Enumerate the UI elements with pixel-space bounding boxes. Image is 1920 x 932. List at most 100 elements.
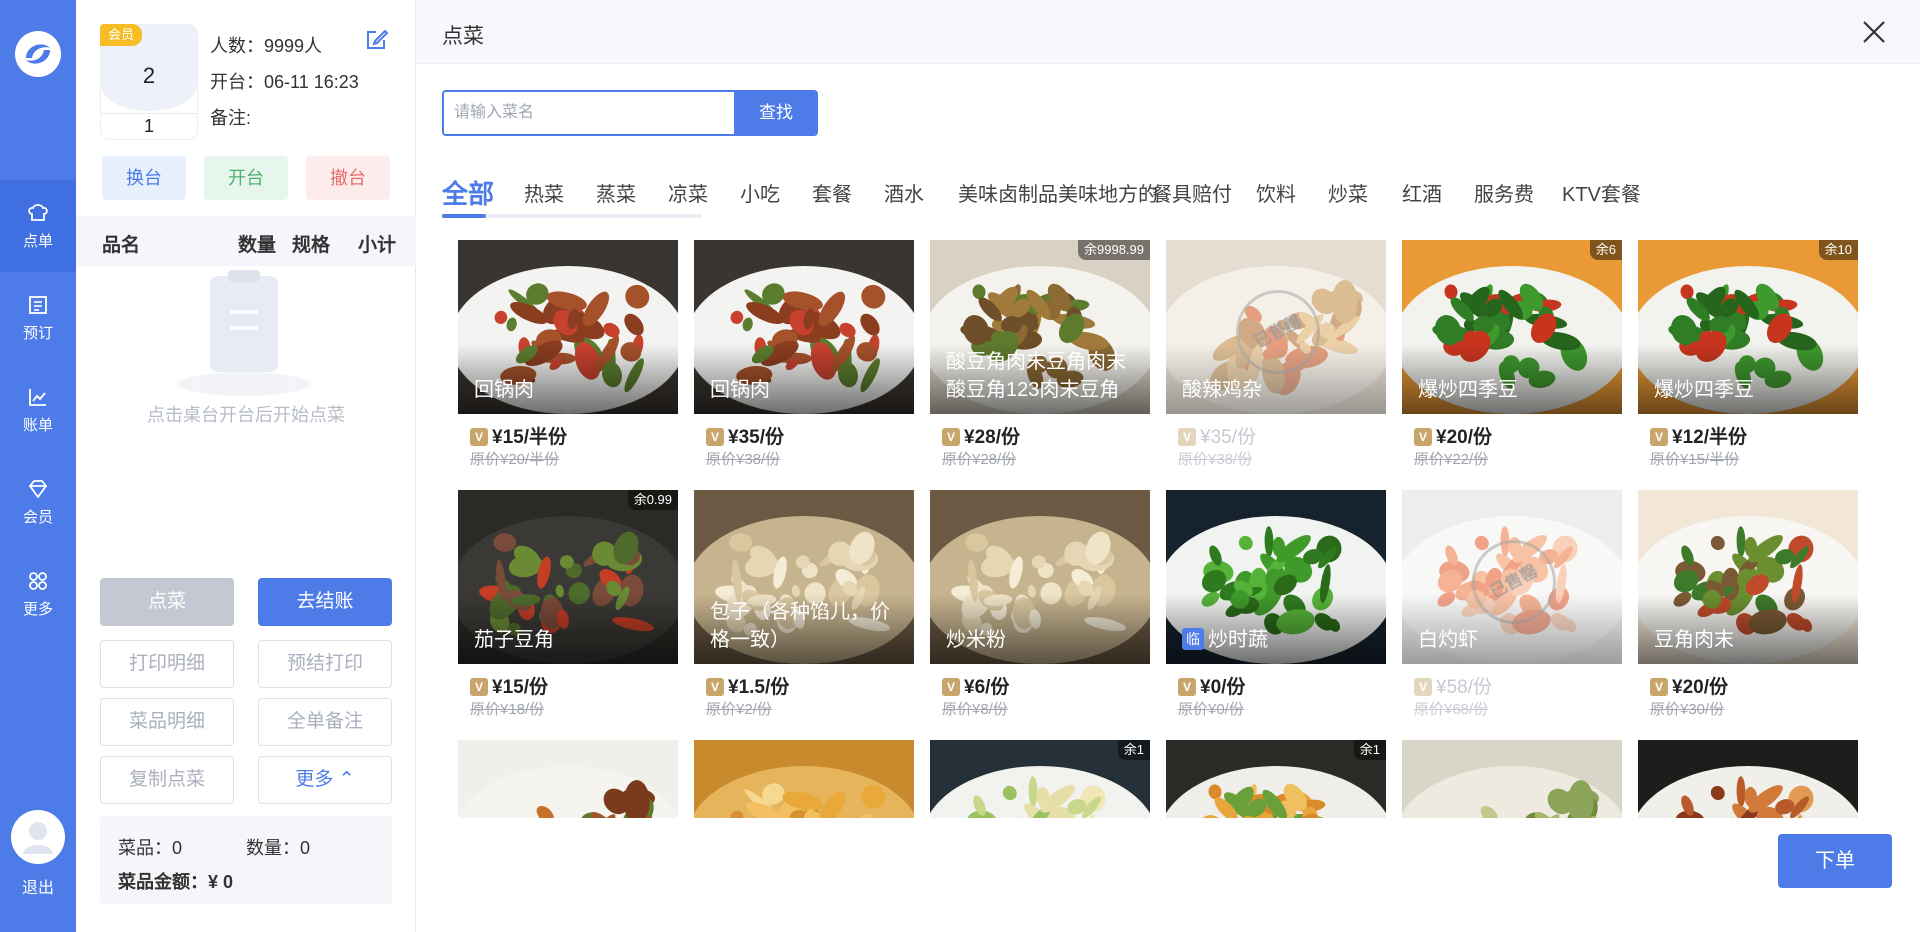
checkout-button[interactable]: 去结账 bbox=[258, 578, 392, 626]
nav-item-label: 账单 bbox=[22, 417, 53, 434]
tab-category[interactable]: 饮料 bbox=[1256, 178, 1296, 207]
dish-name: 豆角肉末 bbox=[1654, 629, 1734, 651]
avatar[interactable] bbox=[11, 810, 65, 864]
dish-price-value: ¥28/份 bbox=[964, 427, 1020, 448]
submit-order-button[interactable]: 下单 bbox=[1778, 834, 1892, 888]
dish-image: 炒米粉 bbox=[930, 490, 1150, 664]
qty-count: 数量：0 bbox=[246, 838, 311, 858]
dish-name: 回锅肉 bbox=[710, 379, 770, 401]
dish-card[interactable]: 炒米粉 V ¥6/份 原价¥8/份 bbox=[930, 490, 1150, 722]
col-qty: 数量 bbox=[238, 235, 277, 256]
copy-order-button[interactable]: 复制点菜 bbox=[100, 756, 234, 804]
dish-card[interactable] bbox=[694, 740, 914, 818]
dish-original-price: 原价¥15/半份 bbox=[1650, 451, 1740, 468]
print-detail-button[interactable]: 打印明细 bbox=[100, 640, 234, 688]
dish-card[interactable]: 回锅肉 V ¥15/半份 原价¥20/半份 bbox=[458, 240, 678, 472]
tab-underline bbox=[442, 214, 702, 218]
dish-card[interactable]: 酸豆角肉末豆角肉末酸豆角123肉末豆角肉… 余9998.99 V¥28/份原价¥28… bbox=[930, 240, 1150, 472]
cancel-table-button[interactable]: 撤台 bbox=[306, 156, 390, 200]
dish-card[interactable]: 豆角肉末 V ¥20/份 原价¥30/份 bbox=[1638, 490, 1858, 722]
tab-category[interactable]: 炒菜 bbox=[1328, 178, 1368, 207]
tab-category[interactable]: 红酒 bbox=[1402, 178, 1442, 207]
tab-category[interactable]: 小吃 bbox=[740, 178, 780, 207]
dish-card[interactable]: 余1 bbox=[1166, 740, 1386, 818]
nav-item-label: 更多 bbox=[22, 601, 53, 618]
tab-category[interactable]: 凉菜 bbox=[668, 178, 708, 207]
tab-category[interactable]: 美味卤制品美味地方的 bbox=[958, 178, 1158, 207]
dish-card[interactable]: 已售罄 白灼虾 V ¥58/份 原价¥68/份 bbox=[1402, 490, 1622, 722]
tab-category[interactable]: 热菜 bbox=[524, 178, 564, 207]
search-input[interactable] bbox=[442, 90, 738, 136]
dish-price: V ¥35/份 bbox=[706, 422, 784, 449]
change-table-button[interactable]: 换台 bbox=[102, 156, 186, 200]
nav-item-order[interactable]: 点单 bbox=[0, 180, 76, 272]
open-table-button[interactable]: 开台 bbox=[204, 156, 288, 200]
dish-price: V ¥12/半份 bbox=[1650, 422, 1747, 449]
remark-label: 备注: bbox=[210, 108, 252, 128]
vip-badge: 会员 bbox=[100, 24, 143, 46]
dish-name: 炒米粉 bbox=[946, 629, 1006, 651]
dish-card[interactable]: 茄子豆角 余0.99 V ¥15/份 原价¥18/份 bbox=[458, 490, 678, 722]
stock-badge: 余0.99 bbox=[627, 490, 678, 510]
dish-price-value: ¥35/份 bbox=[728, 427, 784, 448]
pre-print-button[interactable]: 预结打印 bbox=[258, 640, 392, 688]
dish-card[interactable]: 临炒时蔬 V ¥0/份 原价¥0/份 bbox=[1166, 490, 1386, 722]
dish-original-price: 原价¥38/份 bbox=[1178, 451, 1253, 468]
nav-item-more[interactable]: 更多 bbox=[0, 548, 76, 640]
dish-image: 回锅肉 bbox=[458, 240, 678, 414]
whole-remark-button[interactable]: 全单备注 bbox=[258, 698, 392, 746]
order-button[interactable]: 点菜 bbox=[100, 578, 234, 626]
more-button[interactable]: 更多 ⌃ bbox=[258, 756, 392, 804]
page-title: 点菜 bbox=[442, 25, 484, 48]
nav-item-booking[interactable]: 预订 bbox=[0, 272, 76, 364]
dish-card[interactable] bbox=[1402, 740, 1622, 818]
vip-price-icon: V bbox=[1650, 428, 1668, 446]
vip-price-icon: V bbox=[1178, 428, 1196, 446]
dish-image bbox=[1402, 740, 1622, 818]
dish-name: 爆炒四季豆 bbox=[1418, 379, 1518, 401]
dish-price: V ¥28/份 bbox=[942, 422, 1020, 449]
dish-card[interactable]: 余1 bbox=[930, 740, 1150, 818]
tab-category[interactable]: 套餐 bbox=[812, 178, 852, 207]
vip-price-icon: V bbox=[1414, 428, 1432, 446]
nav-item-member[interactable]: 会员 bbox=[0, 456, 76, 548]
image-shade bbox=[1402, 594, 1622, 664]
tab-category[interactable]: 蒸菜 bbox=[596, 178, 636, 207]
close-icon[interactable] bbox=[1858, 16, 1890, 48]
nav-item-label: 会员 bbox=[22, 509, 53, 526]
dish-card[interactable]: 爆炒四季豆 余6 V ¥20/份 原价¥22/份 bbox=[1402, 240, 1622, 472]
dish-card[interactable]: 爆炒四季豆 余10 V ¥12/半份原价¥15/半份 bbox=[1638, 240, 1858, 472]
empty-clipboard-icon bbox=[178, 270, 310, 396]
dish-price: V ¥20/份 bbox=[1650, 672, 1728, 699]
dish-image: 爆炒四季豆 余10 bbox=[1638, 240, 1858, 414]
vip-price-icon: V bbox=[470, 428, 488, 446]
dish-name-wrap: 回锅肉 bbox=[710, 376, 904, 404]
dish-card[interactable]: 回锅肉 V ¥35/份 原价¥38/份 bbox=[694, 240, 914, 472]
dish-image: 酸豆角肉末豆角肉末酸豆角123肉末豆角肉… 余9998.99 bbox=[930, 240, 1150, 414]
search-button[interactable]: 查找 bbox=[734, 90, 818, 136]
edit-icon[interactable] bbox=[364, 26, 390, 52]
dish-card[interactable]: 包子（各种馅儿，价格一致） V ¥1.5/份 原价¥2/份 bbox=[694, 490, 914, 722]
tab-category[interactable]: KTV套餐 bbox=[1562, 178, 1641, 207]
table-seat-count: 1 bbox=[101, 113, 197, 137]
dish-card[interactable] bbox=[1638, 740, 1858, 818]
diamond-icon bbox=[28, 480, 48, 499]
vip-price-icon: V bbox=[706, 428, 724, 446]
tab-category[interactable]: 服务费 bbox=[1474, 178, 1534, 207]
nav-item-bill[interactable]: 账单 bbox=[0, 364, 76, 456]
dish-image bbox=[694, 740, 914, 818]
dish-name: 酸豆角肉末豆角肉末酸豆角123肉末豆角肉… bbox=[946, 351, 1126, 401]
tab-category[interactable]: 餐具赔付 bbox=[1152, 178, 1232, 207]
order-summary: 菜品：0 数量：0 菜品金额：¥ 0 bbox=[100, 816, 392, 904]
dish-card[interactable]: 已售罄 酸辣鸡杂 V ¥35/份 原价¥38/份 bbox=[1166, 240, 1386, 472]
logout-button[interactable]: 退出 bbox=[0, 874, 76, 898]
dish-image bbox=[1638, 740, 1858, 818]
dish-price: V ¥20/份 bbox=[1414, 422, 1492, 449]
tab-category[interactable]: 酒水 bbox=[884, 178, 924, 207]
tab-category[interactable]: 全部 bbox=[442, 174, 494, 211]
dish-detail-button[interactable]: 菜品明细 bbox=[100, 698, 234, 746]
dish-name-wrap: 回锅肉 bbox=[474, 376, 668, 404]
amount-label: 菜品金额： bbox=[118, 872, 208, 892]
dish-image: 已售罄 白灼虾 bbox=[1402, 490, 1622, 664]
dish-card[interactable] bbox=[458, 740, 678, 818]
